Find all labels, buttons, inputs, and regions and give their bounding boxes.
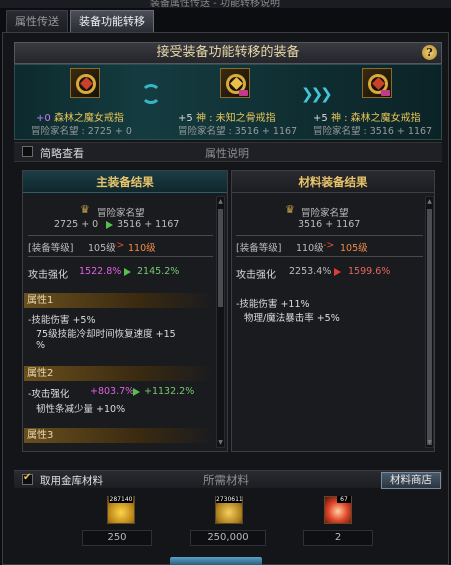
bottom-confirm-tab[interactable]: [170, 557, 262, 565]
fame-icon: ♛: [80, 203, 90, 216]
divider: [28, 256, 213, 257]
material-atk-to: 1599.6%: [348, 266, 391, 277]
material-level-label: [装备等级]: [236, 243, 282, 254]
increase-arrow-icon: [124, 267, 131, 278]
main-level-from: 105级: [88, 243, 116, 254]
source-item-name: +0 森林之魔女戒指: [36, 113, 124, 124]
transfer-arrows-icon: ❯❯❯: [301, 85, 333, 103]
scroll-up-icon[interactable]: ▲: [426, 198, 433, 205]
target-item-name: +5 神 : 森林之魔女戒指: [313, 113, 421, 124]
scroll-down-icon[interactable]: ▼: [426, 439, 433, 446]
attribute-1-line: 75级技能冷却时间恢复速度 +15: [36, 329, 176, 340]
material-result-scrollbar[interactable]: ▲ ▼: [425, 196, 434, 448]
title-strip: 装备属性传送 - 功能转移说明: [0, 0, 451, 9]
attribute-2-atk-label: -攻击强化: [28, 389, 70, 400]
middle-ring-slot[interactable]: [220, 68, 250, 98]
attribute-1-header: 属性1: [24, 293, 214, 308]
use-vault-checkbox[interactable]: [22, 472, 33, 485]
material-required-amount: 2: [303, 530, 373, 546]
tab-attribute-transfer[interactable]: 属性传送: [6, 10, 68, 32]
item-tag-icon: [381, 90, 390, 96]
gold-gem-icon[interactable]: 287140: [107, 496, 135, 524]
help-icon[interactable]: ?: [422, 45, 437, 60]
source-item-score: 冒险家名望 : 2725 + 0: [31, 126, 132, 137]
attribute-2-atk-to: +1132.2%: [144, 386, 195, 397]
page-title: 接受装备功能转移的装备: [156, 45, 300, 60]
attribute-description-label: 属性说明: [205, 147, 249, 160]
target-item-score: 冒险家名望 : 3516 + 1167: [313, 126, 433, 137]
material-attribute-line: -技能伤害 +11%: [236, 299, 310, 310]
main-level-arrow: ->: [113, 240, 125, 251]
increase-arrow-icon: [106, 220, 113, 231]
main-fame-label: 冒险家名望: [97, 208, 145, 219]
scroll-down-icon[interactable]: ▼: [217, 439, 224, 446]
material-atk-label: 攻击强化: [236, 270, 276, 281]
use-vault-label: 取用金库材料: [40, 475, 103, 487]
material-atk-from: 2253.4%: [289, 266, 332, 277]
main-atk-to: 2145.2%: [137, 266, 180, 277]
section-header: 接受装备功能转移的装备 ?: [14, 42, 442, 64]
material-attribute-line: 物理/魔法暴击率 +5%: [244, 313, 340, 324]
attribute-2-header: 属性2: [24, 366, 214, 381]
attribute-1-line: %: [36, 340, 46, 351]
simple-view-label: 简略查看: [40, 147, 84, 160]
divider: [236, 235, 423, 236]
scroll-thumb[interactable]: [427, 209, 432, 445]
window-title-fragment: 装备属性传送 - 功能转移说明: [150, 0, 280, 9]
main-fame-to: 3516 + 1167: [117, 219, 180, 230]
red-crystal-icon[interactable]: 67: [324, 496, 352, 524]
gold-coins-icon[interactable]: 2730611: [215, 496, 243, 524]
tab-equipment-function-transfer[interactable]: 装备功能转移: [70, 10, 154, 32]
scroll-up-icon[interactable]: ▲: [217, 198, 224, 205]
material-required-amount: 250: [82, 530, 152, 546]
material-level-to: 105级: [340, 243, 368, 254]
main-atk-label: 攻击强化: [28, 270, 68, 281]
middle-item-score: 冒险家名望 : 3516 + 1167: [178, 126, 298, 137]
fame-icon: ♛: [285, 203, 295, 216]
middle-item-name: +5 神 : 未知之骨戒指: [178, 113, 276, 124]
main-fame-from: 2725 + 0: [54, 219, 99, 230]
target-ring-slot[interactable]: [362, 68, 392, 98]
main-result-title: 主装备结果: [23, 171, 227, 193]
transfer-swap-icon: [141, 84, 161, 104]
increase-arrow-icon: [133, 387, 140, 398]
item-tag-icon: [239, 90, 248, 96]
simple-view-checkbox[interactable]: [22, 146, 33, 157]
main-level-label: [装备等级]: [28, 243, 74, 254]
material-required-amount: 250,000: [190, 530, 266, 546]
attribute-2-atk-from: +803.7%: [90, 386, 135, 397]
divider: [236, 256, 423, 257]
material-level-arrow: ->: [323, 240, 335, 251]
material-fame-label: 冒险家名望: [301, 208, 349, 219]
main-level-to: 110级: [128, 243, 156, 254]
material-level-from: 110级: [296, 243, 324, 254]
decrease-arrow-icon: [334, 267, 341, 278]
attribute-3-header: 属性3: [24, 428, 214, 443]
attribute-1-line: -技能伤害 +5%: [28, 315, 96, 326]
main-atk-from: 1522.8%: [79, 266, 122, 277]
main-result-scrollbar[interactable]: ▲ ▼: [216, 196, 225, 448]
scroll-thumb[interactable]: [218, 209, 223, 307]
attribute-2-line: 韧性条减少量 +10%: [36, 404, 126, 415]
tab-bar: 属性传送 装备功能转移: [6, 10, 156, 32]
material-result-title: 材料装备结果: [232, 171, 434, 193]
divider: [28, 235, 213, 236]
source-ring-slot[interactable]: [70, 68, 100, 98]
material-shop-button[interactable]: 材料商店: [381, 472, 441, 489]
required-materials-title: 所需材料: [203, 473, 249, 487]
material-fame-value: 3516 + 1167: [298, 219, 361, 230]
